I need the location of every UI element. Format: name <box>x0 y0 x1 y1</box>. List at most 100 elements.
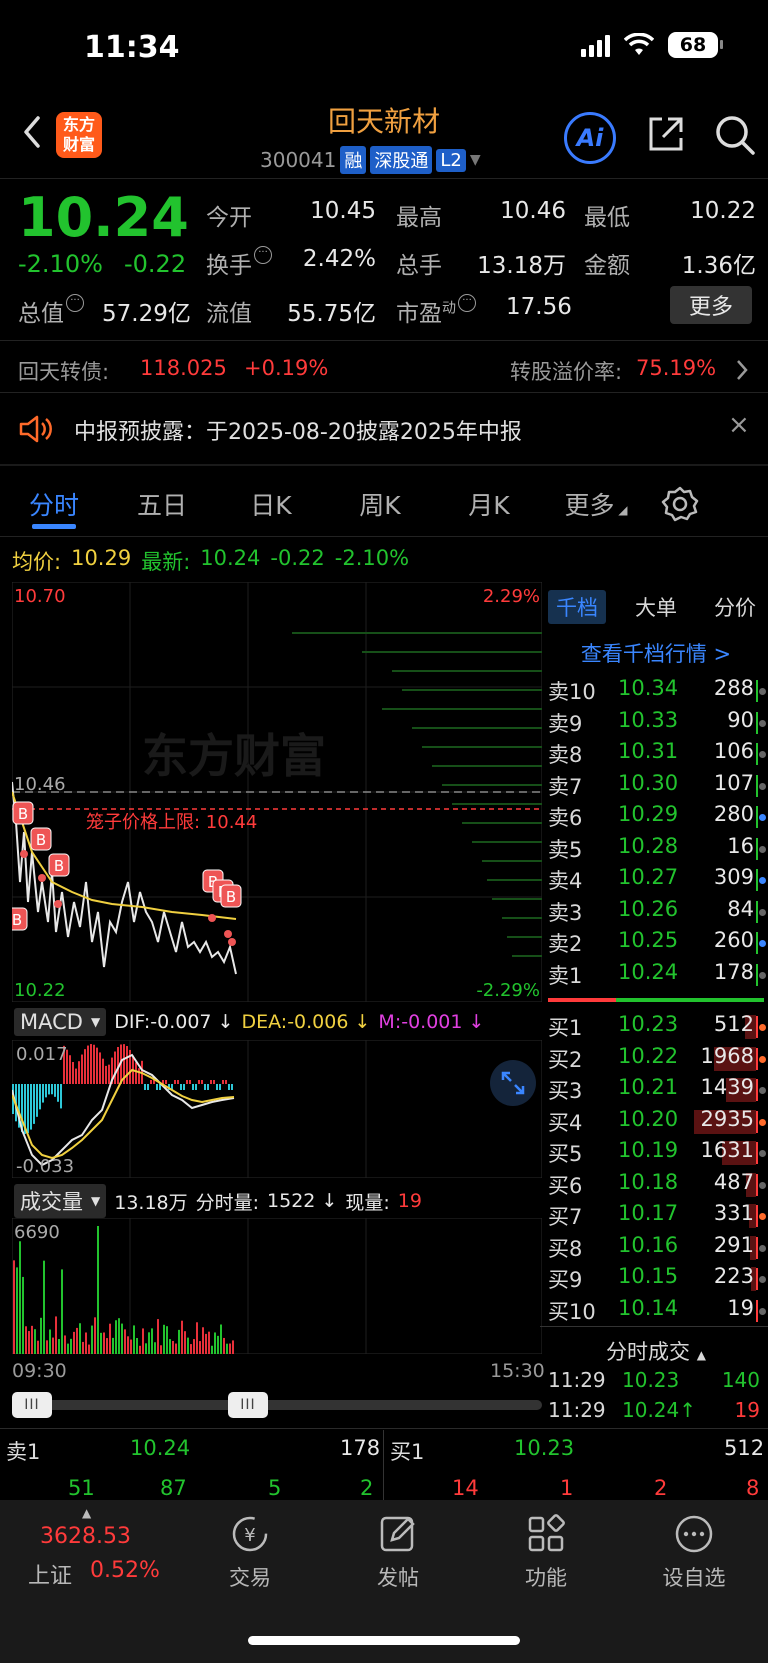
view-full-depth-link[interactable]: 查看千档行情 > <box>548 638 764 668</box>
nav-watchlist[interactable]: 设自选 <box>634 1512 754 1592</box>
amount-value: 1.36亿 <box>681 253 756 279</box>
current-price: 10.24 <box>18 186 189 249</box>
ask-row[interactable]: 卖7 10.30 107 <box>548 771 766 802</box>
intraday-price-chart[interactable]: 东方财富 笼子价格上限: 10.44 BBBBBBB 10.70 10.46 1… <box>12 582 542 1002</box>
tab-five-day[interactable]: 五日 <box>108 486 216 522</box>
bid-row[interactable]: 买1 10.23 512 <box>548 1012 766 1043</box>
tab-intraday[interactable]: 分时 <box>0 486 108 522</box>
svg-text:B: B <box>12 911 22 929</box>
tab-monthly-k[interactable]: 月K <box>434 486 544 522</box>
home-indicator <box>248 1636 520 1645</box>
battery-icon: 68 <box>668 32 723 58</box>
minute-volume: 1522 ↓ <box>267 1190 338 1212</box>
buy-sell-ratio-bar <box>548 998 764 1002</box>
bid-row[interactable]: 买6 10.18 487 <box>548 1170 766 1201</box>
tab-weekly-k[interactable]: 周K <box>326 486 434 522</box>
nav-trade[interactable]: ¥ 交易 <box>190 1512 310 1592</box>
macd-indicator-row: MACD ▼ DIF:-0.007 ↓ DEA:-0.006 ↓ M:-0.001… <box>14 1008 484 1036</box>
absolute-change: -0.22 <box>124 250 187 278</box>
bond-pct: +0.19% <box>244 356 329 380</box>
range-handle-right[interactable]: III <box>228 1392 268 1418</box>
tab-more[interactable]: 更多 ◢ <box>544 486 648 522</box>
y-axis-bottom: 10.22 <box>14 980 66 1001</box>
stock-code: 300041 <box>260 148 337 172</box>
close-icon[interactable]: × <box>728 410 750 440</box>
ask-row[interactable]: 卖8 10.31 106 <box>548 739 766 770</box>
tab-price-distribution[interactable]: 分价 <box>706 590 764 624</box>
chevron-right-icon[interactable] <box>734 358 750 382</box>
macd-selector[interactable]: MACD ▼ <box>14 1008 107 1036</box>
macd-panel: 0.017 -0.033 <box>12 1040 542 1178</box>
bid-row[interactable]: 买2 10.22 1968 <box>548 1044 766 1075</box>
settings-gear-icon[interactable] <box>660 484 700 524</box>
svg-text:B: B <box>18 805 28 823</box>
caret-up-icon: ▲ <box>82 1506 92 1520</box>
chevron-down-icon: ▼ <box>469 152 481 168</box>
bid-row[interactable]: 买8 10.16 291 <box>548 1233 766 1264</box>
volume-value: 13.18万 <box>477 253 566 279</box>
ai-assistant-icon[interactable]: Ai <box>564 112 616 164</box>
current-volume: 19 <box>397 1190 422 1212</box>
index-pct: 0.52% <box>90 1558 160 1583</box>
tick-trades-title[interactable]: 分时成交 ▲ <box>548 1336 764 1366</box>
volume-selector[interactable]: 成交量 ▼ <box>14 1184 107 1218</box>
ask-row[interactable]: 卖2 10.25 260 <box>548 928 766 959</box>
index-name[interactable]: 上证 <box>28 1558 72 1590</box>
ask-row[interactable]: 卖6 10.29 280 <box>548 802 766 833</box>
order-book-tabs: 千档 大单 分价 <box>548 590 764 624</box>
notice-text[interactable]: 中报预披露：于2025-08-20披露2025年中报 <box>74 414 522 446</box>
ask-row[interactable]: 卖4 10.27 309 <box>548 865 766 896</box>
time-axis-start: 09:30 <box>12 1360 67 1382</box>
more-dots-icon <box>675 1515 713 1553</box>
nav-post[interactable]: 发帖 <box>338 1512 458 1592</box>
ask-row[interactable]: 卖9 10.33 90 <box>548 708 766 739</box>
range-slider-track[interactable] <box>12 1400 542 1410</box>
range-handle-left[interactable]: III <box>12 1392 52 1418</box>
tab-daily-k[interactable]: 日K <box>216 486 326 522</box>
tag-level2: L2 <box>436 148 466 172</box>
market-cap-label[interactable]: 总值··· <box>18 294 84 328</box>
ask-row[interactable]: 卖3 10.26 84 <box>548 897 766 928</box>
premium-label: 转股溢价率: <box>510 360 623 384</box>
edit-icon <box>380 1516 415 1552</box>
bid-row[interactable]: 买10 10.14 19 <box>548 1296 766 1327</box>
bond-price: 118.025 <box>140 356 227 380</box>
info-dots-icon: ··· <box>458 294 476 312</box>
y-axis-mid: 10.46 <box>14 774 66 795</box>
ask-row[interactable]: 卖10 10.34 288 <box>548 676 766 707</box>
ask-row[interactable]: 卖5 10.28 16 <box>548 834 766 865</box>
tab-thousand-level[interactable]: 千档 <box>548 590 606 624</box>
turnover-label[interactable]: 换手··· <box>206 246 272 280</box>
low-value: 10.22 <box>690 198 756 224</box>
bid-row[interactable]: 买7 10.17 331 <box>548 1201 766 1232</box>
buy-marker: B <box>30 827 52 851</box>
volume-y-top: 6690 <box>14 1222 60 1243</box>
more-button[interactable]: 更多 <box>670 286 752 324</box>
index-value[interactable]: 3628.53 <box>40 1524 131 1549</box>
svg-text:B: B <box>36 831 46 849</box>
grid-icon <box>528 1514 565 1552</box>
high-value: 10.46 <box>500 198 566 224</box>
bid-row[interactable]: 买9 10.15 223 <box>548 1264 766 1295</box>
bid-row[interactable]: 买3 10.21 1439 <box>548 1075 766 1106</box>
stock-code-row[interactable]: 300041 融 深股通 L2 ▼ <box>260 146 481 174</box>
pe-label[interactable]: 市盈动 ··· <box>396 294 476 328</box>
bid-row[interactable]: 买4 10.20 2935 <box>548 1107 766 1138</box>
tab-large-orders[interactable]: 大单 <box>627 590 685 624</box>
svg-text:¥: ¥ <box>244 1525 255 1546</box>
expand-icon[interactable] <box>490 1060 536 1106</box>
premium-value: 75.19% <box>636 356 717 380</box>
svg-text:-0.033: -0.033 <box>16 1156 74 1177</box>
high-label: 最高 <box>396 205 442 231</box>
market-cap-value: 57.29亿 <box>102 301 191 327</box>
ask-row[interactable]: 卖1 10.24 178 <box>548 960 766 991</box>
level1-strip[interactable]: 卖1 10.24 178 买1 10.23 512 51 87 5 2 14 1… <box>0 1430 768 1500</box>
search-icon[interactable] <box>714 114 756 156</box>
nav-functions[interactable]: 功能 <box>486 1512 606 1592</box>
share-icon[interactable] <box>646 114 686 154</box>
pct-axis-bottom: -2.29% <box>476 980 540 1001</box>
bid-row[interactable]: 买5 10.19 1631 <box>548 1138 766 1169</box>
bond-label[interactable]: 回天转债: <box>18 356 109 386</box>
y-axis-top: 10.70 <box>14 586 66 607</box>
macd-dea: DEA:-0.006 ↓ <box>241 1011 371 1033</box>
